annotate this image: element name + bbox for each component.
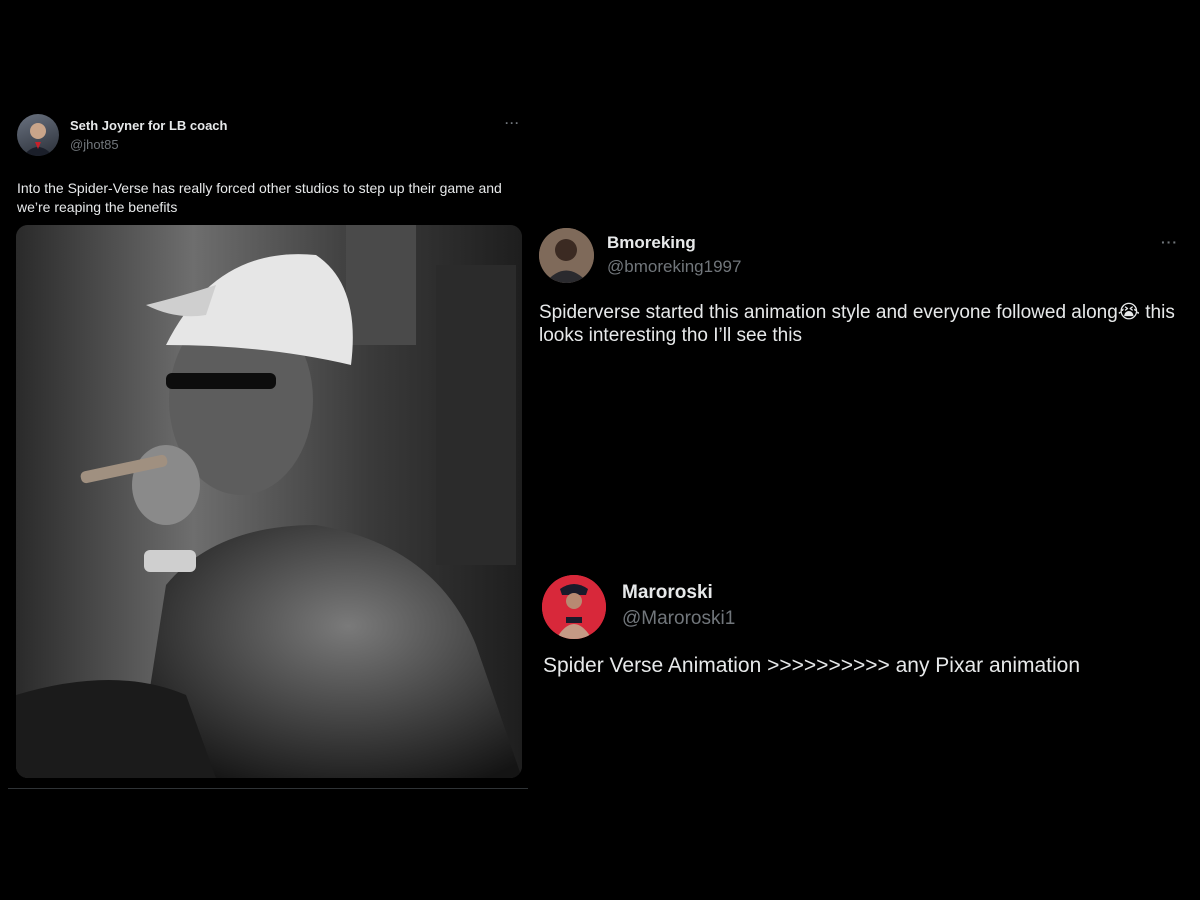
user-handle[interactable]: @Maroroski1 — [622, 608, 735, 630]
more-options-button[interactable]: ··· — [1161, 234, 1178, 250]
avatar[interactable] — [539, 228, 594, 283]
photo-image — [16, 225, 522, 778]
tweet-card-maroroski1[interactable]: Maroroski @Maroroski1 Spider Verse Anima… — [530, 570, 1200, 690]
display-name[interactable]: Bmoreking — [607, 233, 696, 253]
avatar[interactable] — [17, 114, 59, 156]
tweet-text: Spider Verse Animation >>>>>>>>>> any Pi… — [543, 654, 1081, 677]
person-icon — [539, 228, 594, 283]
person-icon — [542, 575, 606, 639]
avatar[interactable] — [542, 575, 606, 639]
more-options-button[interactable]: ··· — [505, 116, 520, 130]
display-name[interactable]: Maroroski — [622, 582, 713, 604]
tweet-card-jhot85[interactable]: Seth Joyner for LB coach @jhot85 ··· Int… — [0, 100, 540, 800]
tweet-media-photo[interactable] — [16, 225, 522, 778]
tweet-card-bmoreking1997[interactable]: Bmoreking @bmoreking1997 ··· Spiderverse… — [530, 220, 1200, 370]
user-handle[interactable]: @jhot85 — [70, 137, 119, 152]
user-handle[interactable]: @bmoreking1997 — [607, 257, 741, 277]
tweet-text: Spiderverse started this animation style… — [539, 302, 1175, 346]
tweet-text: Into the Spider-Verse has really forced … — [17, 180, 502, 215]
divider — [8, 788, 528, 789]
display-name[interactable]: Seth Joyner for LB coach — [70, 118, 227, 133]
person-icon — [23, 123, 53, 156]
